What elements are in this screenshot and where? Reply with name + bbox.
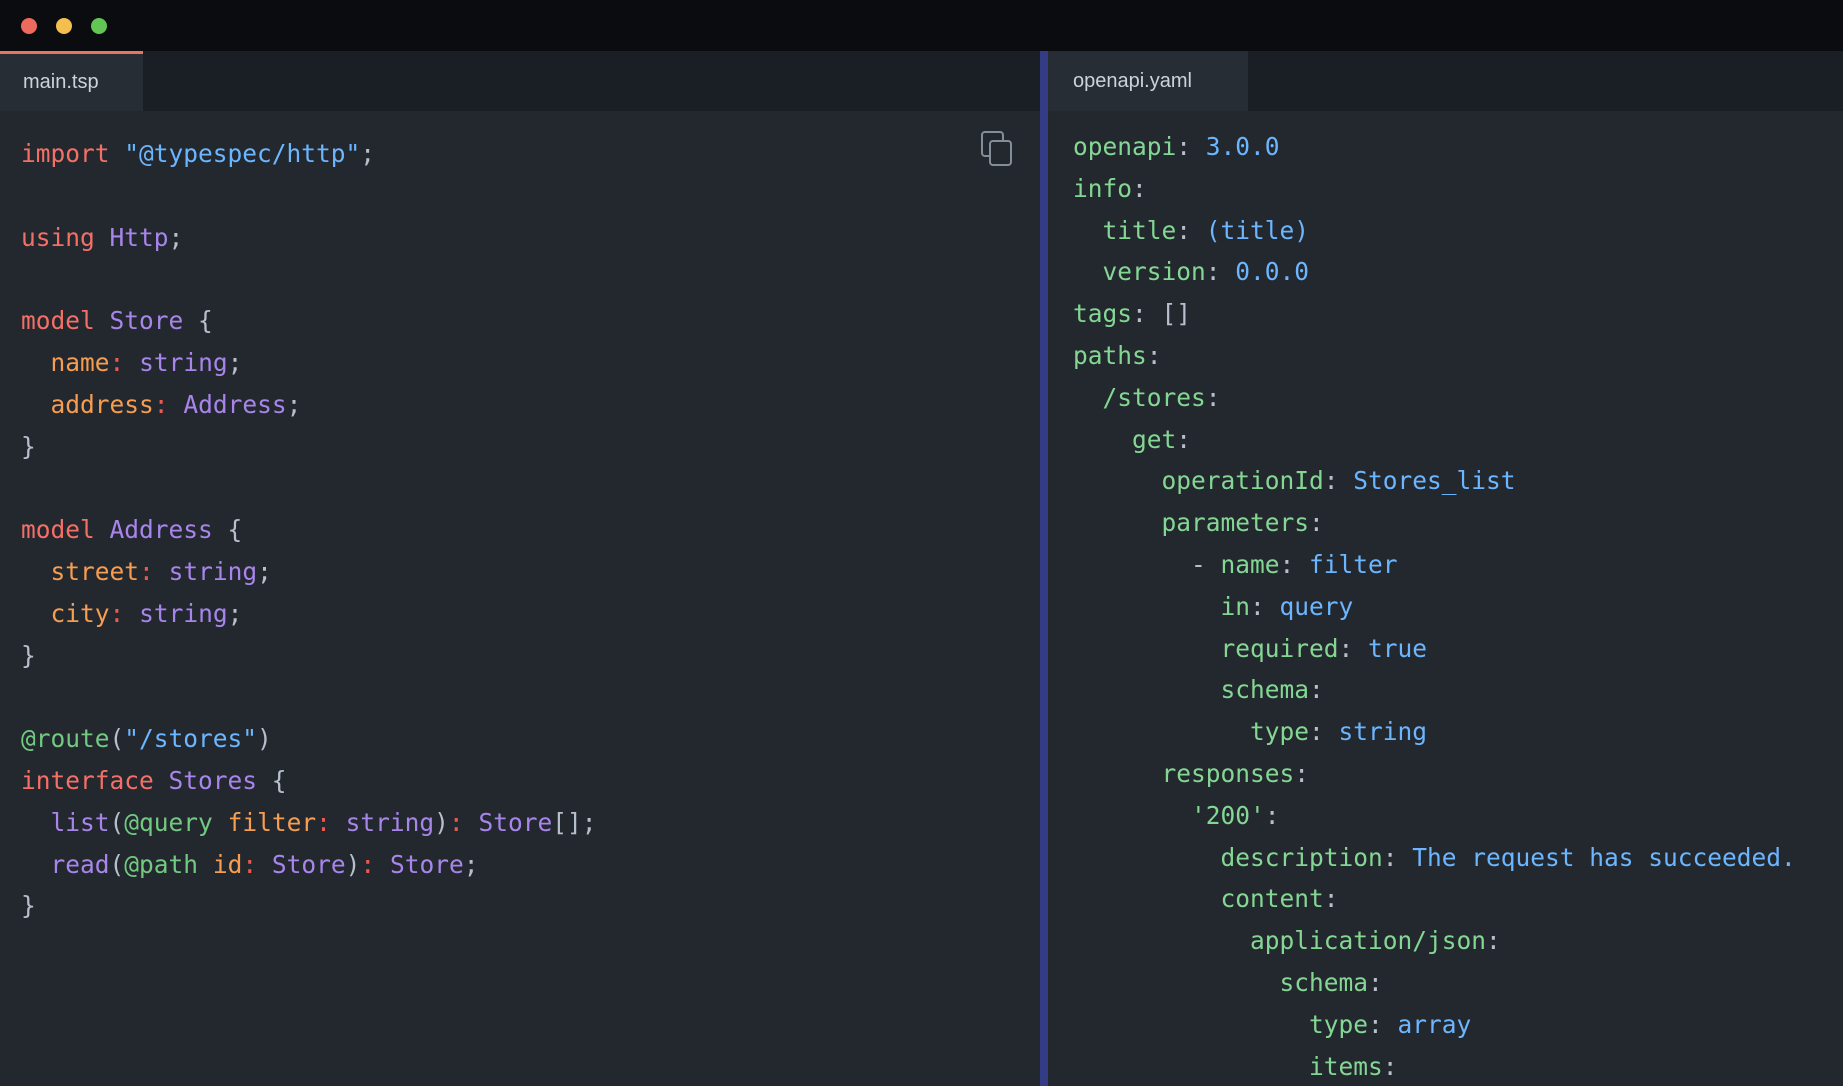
code-line: model Address {	[21, 509, 1040, 551]
code-line: get:	[1073, 419, 1843, 461]
code-line: title: (title)	[1073, 210, 1843, 252]
tab-openapi-yaml[interactable]: openapi.yaml	[1048, 51, 1248, 111]
code-line: paths:	[1073, 335, 1843, 377]
copy-icon	[981, 131, 1015, 169]
code-line: name: string;	[21, 342, 1040, 384]
pane-divider	[1040, 51, 1048, 1086]
code-line: schema:	[1073, 669, 1843, 711]
code-line: }	[21, 885, 1040, 927]
tab-label: openapi.yaml	[1073, 70, 1192, 93]
tab-label: main.tsp	[23, 71, 99, 94]
code-line	[21, 175, 1040, 217]
code-line: version: 0.0.0	[1073, 251, 1843, 293]
code-line: - name: filter	[1073, 544, 1843, 586]
close-button[interactable]	[21, 18, 37, 34]
code-line: list(@query filter: string): Store[];	[21, 802, 1040, 844]
code-line: type: string	[1073, 711, 1843, 753]
code-line: in: query	[1073, 586, 1843, 628]
code-line: }	[21, 426, 1040, 468]
code-line: description: The request has succeeded.	[1073, 837, 1843, 879]
code-line: content:	[1073, 878, 1843, 920]
code-line: application/json:	[1073, 920, 1843, 962]
code-line: interface Stores {	[21, 760, 1040, 802]
code-line: }	[21, 635, 1040, 677]
editor-split: main.tsp import "@typespec/http"; using H…	[0, 51, 1843, 1086]
typespec-code-panel: import "@typespec/http"; using Http; model…	[0, 111, 1040, 1086]
code-line	[21, 676, 1040, 718]
code-line: read(@path id: Store): Store;	[21, 844, 1040, 886]
minimize-button[interactable]	[56, 18, 72, 34]
window: main.tsp import "@typespec/http"; using H…	[0, 0, 1843, 1086]
code-line: items:	[1073, 1046, 1843, 1086]
typespec-code: import "@typespec/http"; using Http; model…	[0, 111, 1040, 927]
code-line: required: true	[1073, 628, 1843, 670]
code-line	[21, 258, 1040, 300]
code-line: using Http;	[21, 217, 1040, 259]
left-tab-bar: main.tsp	[0, 51, 1040, 111]
copy-button[interactable]	[981, 131, 1015, 169]
code-line: street: string;	[21, 551, 1040, 593]
openapi-code: openapi: 3.0.0info: title: (title) versi…	[1048, 111, 1843, 1086]
code-line: '200':	[1073, 795, 1843, 837]
code-line: /stores:	[1073, 377, 1843, 419]
code-line: responses:	[1073, 753, 1843, 795]
openapi-pane: openapi.yaml openapi: 3.0.0info: title: …	[1048, 51, 1843, 1086]
code-line	[21, 467, 1040, 509]
code-line: info:	[1073, 168, 1843, 210]
code-line: import "@typespec/http";	[21, 133, 1040, 175]
code-line: address: Address;	[21, 384, 1040, 426]
code-line: openapi: 3.0.0	[1073, 126, 1843, 168]
code-line: model Store {	[21, 300, 1040, 342]
code-line: operationId: Stores_list	[1073, 460, 1843, 502]
typespec-pane: main.tsp import "@typespec/http"; using H…	[0, 51, 1040, 1086]
code-line: tags: []	[1073, 293, 1843, 335]
code-line: type: array	[1073, 1004, 1843, 1046]
code-line: schema:	[1073, 962, 1843, 1004]
titlebar	[0, 0, 1843, 51]
zoom-button[interactable]	[91, 18, 107, 34]
code-line: @route("/stores")	[21, 718, 1040, 760]
code-line: city: string;	[21, 593, 1040, 635]
right-tab-bar: openapi.yaml	[1048, 51, 1843, 111]
code-line: parameters:	[1073, 502, 1843, 544]
tab-main-tsp[interactable]: main.tsp	[0, 51, 143, 111]
openapi-code-panel: openapi: 3.0.0info: title: (title) versi…	[1048, 111, 1843, 1086]
